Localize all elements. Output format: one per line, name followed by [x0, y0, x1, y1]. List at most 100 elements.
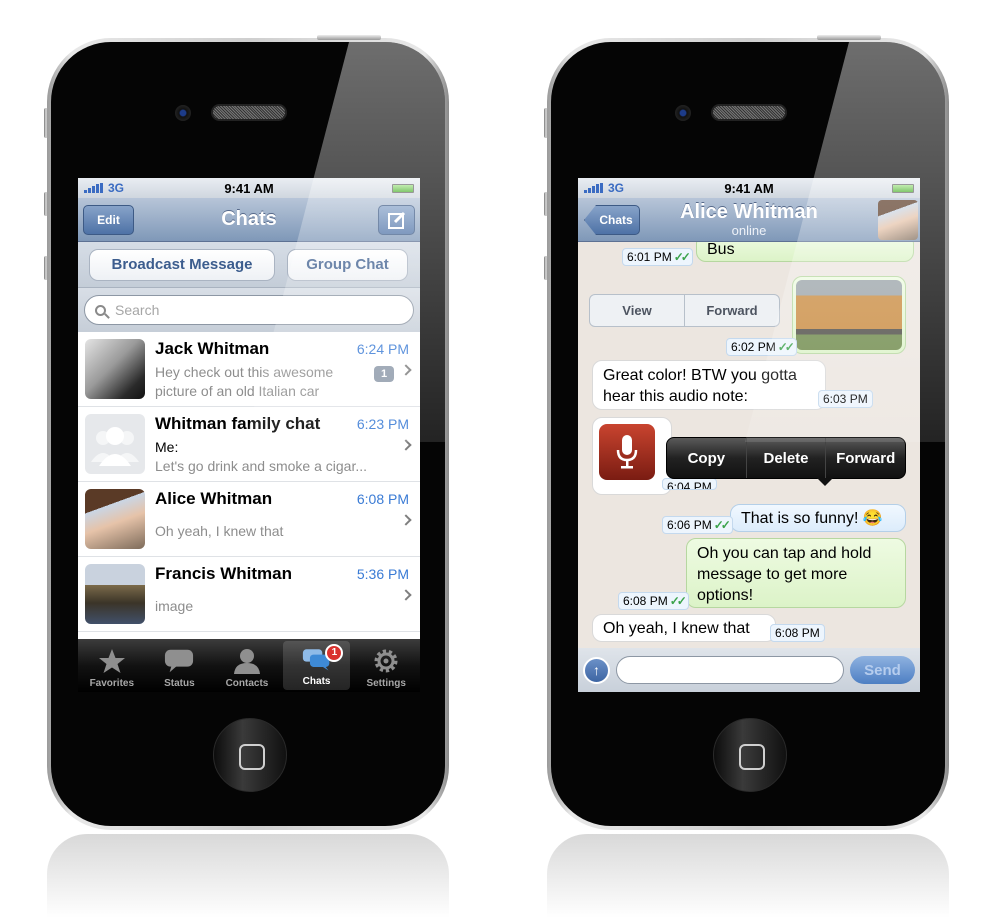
read-ticks-icon: ✓✓ — [673, 250, 691, 264]
home-button[interactable] — [713, 718, 787, 792]
tab-label: Chats — [302, 676, 331, 687]
avatar — [85, 564, 145, 624]
contact-name: Alice Whitman — [680, 201, 818, 223]
chat-time: 5:36 PM — [356, 566, 409, 582]
status-bar: 3G 9:41 AM — [78, 178, 420, 198]
search-input[interactable]: Search — [84, 295, 414, 325]
message-bubble[interactable]: That is so funny! 😂 — [730, 504, 906, 532]
speaker-grille — [211, 104, 287, 121]
unread-badge: 1 — [374, 366, 394, 382]
volume-up-button — [544, 192, 548, 216]
view-button[interactable]: View — [590, 295, 684, 326]
power-button — [317, 35, 381, 40]
tab-label: Settings — [366, 678, 406, 689]
home-button[interactable] — [213, 718, 287, 792]
search-placeholder: Search — [115, 302, 160, 318]
tab-contacts[interactable]: Contacts — [213, 639, 281, 692]
message-timestamp: 6:02 PM ✓✓ — [726, 338, 797, 356]
read-ticks-icon: ✓✓ — [713, 518, 731, 532]
camera-icon — [175, 105, 191, 121]
tab-favorites[interactable]: Favorites — [78, 639, 146, 692]
time-text: 6:02 PM — [731, 340, 776, 354]
tab-label: Contacts — [225, 678, 269, 689]
search-icon — [95, 304, 106, 316]
chat-row-alice[interactable]: Alice Whitman 6:08 PM Oh yeah, I knew th… — [78, 482, 420, 557]
battery-icon — [392, 183, 414, 193]
compose-icon — [387, 211, 405, 229]
gear-icon — [371, 648, 401, 674]
message-context-menu: Copy Delete Forward — [666, 437, 906, 486]
time-text: 6:01 PM — [627, 250, 672, 264]
tab-status[interactable]: Status — [146, 639, 214, 692]
chat-preview: Hey check out this awesome picture of an… — [155, 364, 334, 399]
time-text: 6:08 PM — [623, 594, 668, 608]
audio-message[interactable] — [592, 417, 672, 495]
mute-switch — [44, 108, 48, 138]
send-button[interactable]: Send — [850, 656, 915, 684]
chats-screen: 3G 9:41 AM Edit Chats Broadcast Message … — [78, 178, 420, 692]
broadcast-message-button[interactable]: Broadcast Message — [89, 248, 275, 281]
mute-switch — [544, 108, 548, 138]
chat-time: 6:23 PM — [356, 416, 409, 432]
chat-preview-text: Let's go drink and smoke a cigar... — [155, 458, 368, 474]
power-button — [817, 35, 881, 40]
message-bubble[interactable]: Bus — [696, 242, 914, 262]
message-bubble[interactable]: Oh you can tap and hold message to get m… — [686, 538, 906, 608]
phone-bezel: 3G 9:41 AM Edit Chats Broadcast Message … — [51, 42, 445, 826]
phone-bezel: 3G 9:41 AM Chats Alice Whitman online Bu… — [551, 42, 945, 826]
menu-pointer — [817, 478, 833, 486]
message-timestamp: 6:03 PM — [818, 390, 873, 408]
chevron-right-icon — [400, 364, 412, 376]
group-chat-button[interactable]: Group Chat — [287, 248, 408, 281]
tab-chats[interactable]: 1 Chats — [282, 641, 351, 690]
chat-time: 6:24 PM — [356, 341, 409, 357]
tab-label: Favorites — [89, 678, 135, 689]
message-bubble[interactable]: Oh yeah, I knew that — [592, 614, 776, 642]
attach-button[interactable]: ↑ — [583, 656, 610, 684]
compose-button[interactable] — [378, 205, 415, 235]
message-bubble[interactable]: Great color! BTW you gotta hear this aud… — [592, 360, 826, 410]
message-list: Bus 6:01 PM ✓✓ View Forward 6:02 PM ✓✓ Gre… — [578, 242, 920, 648]
chat-name: Jack Whitman — [155, 339, 270, 358]
chevron-right-icon — [400, 589, 412, 601]
status-bar: 3G 9:41 AM — [578, 178, 920, 198]
chat-name: Whitman family chat — [155, 414, 321, 433]
time-text: 6:06 PM — [667, 518, 712, 532]
message-timestamp: 6:06 PM ✓✓ — [662, 516, 733, 534]
tab-bar: Favorites Status Contacts 1 Chats Settin… — [78, 639, 420, 692]
tab-settings[interactable]: Settings — [352, 639, 420, 692]
message-timestamp: 6:08 PM ✓✓ — [618, 592, 689, 610]
read-ticks-icon: ✓✓ — [669, 594, 687, 608]
edit-button[interactable]: Edit — [83, 205, 134, 235]
camera-icon — [675, 105, 691, 121]
chat-row-francis[interactable]: Francis Whitman 5:36 PM image — [78, 557, 420, 632]
conversation-screen: 3G 9:41 AM Chats Alice Whitman online Bu… — [578, 178, 920, 692]
chat-name: Alice Whitman — [155, 489, 273, 508]
tab-label: Status — [164, 678, 195, 689]
message-text: Oh you can tap and hold message to get m… — [697, 545, 872, 604]
status-time: 9:41 AM — [724, 180, 774, 196]
chat-row-jack[interactable]: Jack Whitman 6:24 PM Hey check out this … — [78, 332, 420, 407]
contact-avatar[interactable] — [878, 200, 918, 240]
forward-image-button[interactable]: Forward — [684, 295, 779, 326]
van-photo — [796, 280, 902, 350]
speech-bubble-icon — [164, 648, 194, 674]
volume-up-button — [44, 192, 48, 216]
back-to-chats-button[interactable]: Chats — [584, 205, 640, 235]
message-input[interactable] — [616, 656, 844, 684]
message-text: That is so funny! 😂 — [741, 510, 883, 527]
delete-menu-item[interactable]: Delete — [745, 438, 826, 478]
chat-row-family[interactable]: Whitman family chat 6:23 PM Me: Let's go … — [78, 407, 420, 482]
microphone-icon — [599, 424, 655, 480]
action-bar: Broadcast Message Group Chat — [78, 242, 420, 288]
contact-status: online — [731, 223, 767, 238]
message-text: Oh yeah, I knew that — [603, 620, 750, 637]
chevron-right-icon — [400, 439, 412, 451]
image-message[interactable] — [792, 276, 906, 354]
copy-menu-item[interactable]: Copy — [667, 438, 746, 478]
nav-bar: Edit Chats — [78, 198, 420, 242]
forward-menu-item[interactable]: Forward — [825, 438, 905, 478]
star-icon — [97, 648, 127, 674]
nav-bar: Chats Alice Whitman online — [578, 198, 920, 242]
message-timestamp: 6:01 PM ✓✓ — [622, 248, 693, 266]
